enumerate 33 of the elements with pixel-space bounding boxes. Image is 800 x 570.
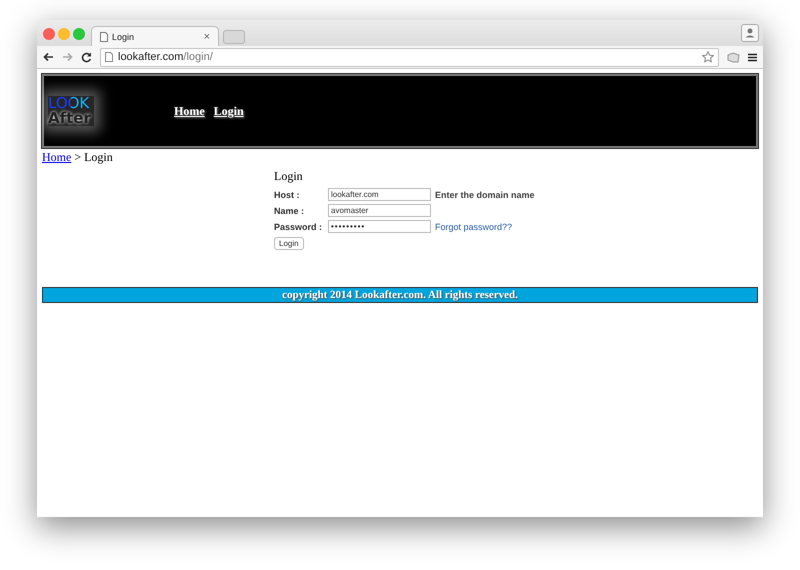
forgot-password-link[interactable]: Forgot password??	[435, 222, 512, 232]
nav-link[interactable]: Login	[214, 104, 244, 118]
close-window-button[interactable]	[43, 28, 55, 40]
new-tab-button[interactable]	[223, 30, 245, 44]
browser-tab[interactable]: Login ×	[91, 26, 219, 46]
extension-icon[interactable]	[727, 52, 740, 62]
login-button[interactable]: Login	[274, 237, 304, 250]
reload-icon[interactable]	[81, 52, 92, 62]
form-title: Login	[274, 169, 304, 184]
url-text: lookafter.com/login/	[118, 51, 214, 63]
back-icon[interactable]	[43, 52, 54, 62]
minimize-window-button[interactable]	[58, 28, 70, 40]
field-label: Host :	[274, 190, 300, 200]
text-input[interactable]: avomaster	[328, 204, 431, 217]
address-bar[interactable]: lookafter.com/login/	[100, 48, 719, 66]
breadcrumb-link[interactable]: Home	[42, 150, 72, 164]
field-label: Name :	[274, 206, 306, 216]
nav-link[interactable]: Home	[174, 104, 205, 118]
password-input[interactable]: •••••••••	[328, 220, 431, 233]
field-label: Password :	[274, 222, 324, 232]
site-logo: LOOK After	[48, 96, 94, 126]
footer-bar: copyright 2014 Lookafter.com. All rights reserved.	[42, 287, 758, 303]
menu-icon[interactable]	[748, 52, 757, 62]
star-icon[interactable]	[702, 51, 714, 63]
breadcrumb: Home > Login	[41, 150, 114, 165]
page-icon	[100, 32, 108, 42]
maximize-window-button[interactable]	[73, 28, 85, 40]
user-icon[interactable]	[741, 24, 759, 42]
forward-icon[interactable]	[62, 52, 73, 62]
field-hint: Enter the domain name	[435, 190, 535, 200]
text-input[interactable]: lookafter.com	[328, 188, 431, 201]
tab-close-button[interactable]: ×	[204, 30, 210, 42]
page-icon	[105, 52, 113, 62]
